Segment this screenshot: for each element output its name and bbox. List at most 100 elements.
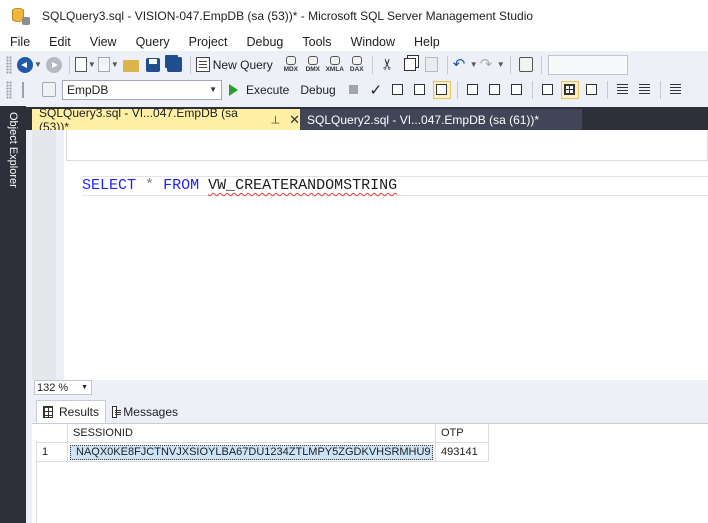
query-editor[interactable] [32,130,708,380]
undo-button[interactable]: ↶ ▼ [453,55,478,75]
checkmark-icon: ✓ [369,81,383,99]
available-databases-select[interactable]: EmpDB ▼ [62,79,222,100]
column-header-sessionid[interactable]: SESSIONID [68,424,436,443]
results-to-grid-button[interactable] [560,80,580,100]
toolbar-separator [531,80,533,99]
forward-arrow-icon [45,56,62,73]
close-icon[interactable]: ✕ [289,112,300,128]
results-to-text-toggle[interactable] [432,80,452,100]
messages-icon [112,405,122,418]
toolbar-separator [189,55,191,74]
connect-button[interactable] [17,80,37,100]
row-number[interactable]: 1 [36,443,68,462]
menu-debug[interactable]: Debug [237,35,293,49]
results-to-text-button[interactable] [538,80,558,100]
toolbar-separator [606,80,608,99]
navigate-back-button[interactable]: ▼ [17,55,42,75]
cell-otp[interactable]: 493141 [436,443,489,462]
new-query-button[interactable]: New Query [195,55,279,75]
save-button[interactable] [143,55,163,75]
menu-bar: File Edit View Query Project Debug Tools… [0,32,708,51]
add-item-button[interactable]: ▼ [97,55,119,75]
results-to-file-button[interactable] [582,80,602,100]
toolbar-grip[interactable] [6,80,12,99]
live-statistics-button[interactable] [485,80,505,100]
mdx-query-button[interactable]: MDX [281,55,301,75]
execute-button[interactable]: Execute [223,80,295,100]
paste-button[interactable] [422,55,442,75]
uncomment-button[interactable] [635,80,655,100]
actual-plan-icon [467,84,479,95]
solution-config-dropdown[interactable] [547,54,628,75]
comment-out-button[interactable] [613,80,633,100]
debug-label: Debug [300,82,336,97]
query-designer-button[interactable] [410,80,430,100]
navigate-forward-button[interactable] [44,55,64,75]
new-project-button[interactable]: ▼ [74,55,96,75]
column-header-otp[interactable]: OTP [436,424,489,443]
menu-project[interactable]: Project [179,35,237,49]
save-all-button[interactable] [165,55,185,75]
menu-file[interactable]: File [0,35,39,49]
copy-button[interactable] [400,55,420,75]
display-estimated-plan-button[interactable] [388,80,408,100]
decrease-indent-button[interactable] [666,80,686,100]
activity-monitor-button[interactable] [516,55,536,75]
cut-button[interactable] [378,55,398,75]
chevron-down-icon: ▼ [209,85,217,94]
parse-button[interactable]: ✓ [366,80,386,100]
tab-sqlquery2[interactable]: SQLQuery2.sql - VI...047.EmpDB (sa (61))… [300,109,582,130]
add-item-icon [97,57,110,72]
toolbar-separator [540,55,542,74]
tab-messages-label: Messages [123,404,178,419]
cell-sessionid[interactable]: NAQX0KE8FJCTNVJXSIOYLBA67DU1234ZTLMPY5ZG… [68,443,436,462]
tab-label: SQLQuery2.sql - VI...047.EmpDB (sa (61))… [307,112,540,127]
zoom-dropdown[interactable]: 132 % ▼ [34,380,92,395]
menu-window[interactable]: Window [341,35,404,49]
database-selected-value: EmpDB [67,82,109,97]
scissors-icon [381,57,395,73]
toolbar-grip[interactable] [6,55,12,74]
document-tab-bar: SQLQuery3.sql - VI...047.EmpDB (sa (53))… [26,106,708,134]
toolbar-separator [371,55,373,74]
sql-keyword-from: FROM [163,177,200,194]
tab-messages[interactable]: Messages [106,400,184,423]
open-file-button[interactable] [121,55,141,75]
results-grid[interactable]: SESSIONID OTP 1 NAQX0KE8FJCTNVJXSIOYLBA6… [32,424,708,523]
cancel-query-button[interactable] [344,80,364,100]
ssms-app-icon [10,7,30,25]
menu-query[interactable]: Query [126,35,179,49]
tab-results-label: Results [58,404,99,419]
pin-icon[interactable]: ⊣ [268,115,281,125]
change-connection-button[interactable] [39,80,59,100]
tab-sqlquery3[interactable]: SQLQuery3.sql - VI...047.EmpDB (sa (53))… [32,106,300,134]
save-icon [145,57,160,72]
title-bar: SQLQuery3.sql - VISION-047.EmpDB (sa (53… [0,0,708,32]
xmla-query-button[interactable]: XMLA [325,55,345,75]
indent-icon [670,84,682,95]
include-actual-plan-button[interactable] [463,80,483,100]
window-title: SQLQuery3.sql - VISION-047.EmpDB (sa (53… [42,9,534,23]
query-designer-icon [414,84,426,95]
tab-results[interactable]: Results [36,400,106,423]
sql-code-line[interactable]: SELECT * FROM VW_CREATERANDOMSTRING [82,176,708,196]
dax-query-button[interactable]: DAX [347,55,367,75]
redo-button[interactable]: ↷ ▼ [480,55,505,75]
menu-help[interactable]: Help [404,35,449,49]
object-explorer-tab[interactable]: Object Explorer [4,108,22,192]
mdx-label: MDX [283,66,299,73]
dmx-query-button[interactable]: DMX [303,55,323,75]
debug-button[interactable]: Debug [297,80,341,100]
dax-label: DAX [349,66,364,73]
grid-corner[interactable] [36,424,68,443]
client-stats-icon [511,84,523,95]
toolbar-separator [659,80,661,99]
menu-tools[interactable]: Tools [292,35,340,49]
menu-view[interactable]: View [80,35,126,49]
menu-edit[interactable]: Edit [39,35,80,49]
client-statistics-button[interactable] [507,80,527,100]
editor-horizontal-scrollbar[interactable] [96,383,708,393]
database-icon [351,56,362,65]
new-project-icon [74,57,87,72]
stop-icon [349,85,359,94]
